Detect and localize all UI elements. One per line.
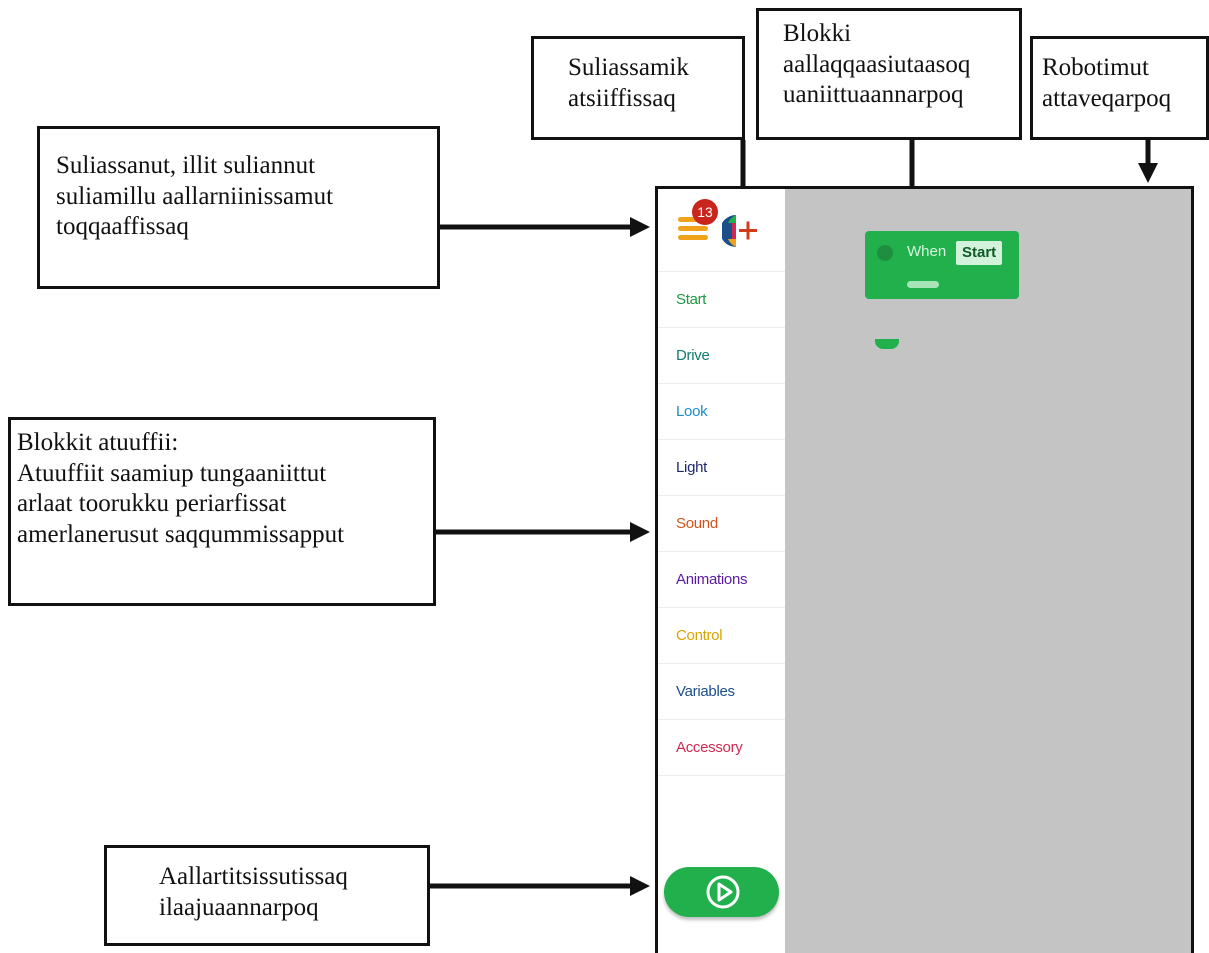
category-look-label: Look xyxy=(676,403,708,420)
play-icon xyxy=(706,875,740,909)
callout-run-line-1: Aallartitsissutissaq xyxy=(159,863,348,890)
callout-run: Aallartitsissutissaq ilaajuaannarpoq xyxy=(104,845,430,946)
callout-blocks-line-3: arlaat toorukku periarfissat xyxy=(17,490,287,517)
callout-start-block-line-1: Blokki xyxy=(783,20,852,47)
category-look[interactable]: Look xyxy=(658,384,785,440)
callout-robot-line-2: attaveqarpoq xyxy=(1042,84,1172,112)
category-animations[interactable]: Animations xyxy=(658,552,785,608)
callout-menu-line-3: toqqaaffissaq xyxy=(56,213,189,240)
callout-blocks: Blokkit atuuffii: Atuuffiit saamiup tung… xyxy=(8,417,436,606)
category-light[interactable]: Light xyxy=(658,440,785,496)
block-categories: Start Drive Look Light Sound Animations … xyxy=(658,272,785,776)
category-accessory-label: Accessory xyxy=(676,739,743,756)
run-button[interactable] xyxy=(664,867,779,917)
code-canvas[interactable]: When Start xyxy=(785,189,1191,953)
sidebar-header: 13 xyxy=(658,189,785,272)
callout-start-block-line-2: aallaqqaasiutaasoq xyxy=(783,50,971,78)
callout-new-project-line-2: atsiiffissaq xyxy=(568,84,676,112)
notification-badge: 13 xyxy=(692,199,718,225)
app-screen: 13 Start Drive Look Light Sound Animatio… xyxy=(655,186,1194,953)
start-event-chip[interactable]: Start xyxy=(956,241,1003,265)
callout-new-project-line-1: Suliassamik xyxy=(568,54,689,81)
category-sound-label: Sound xyxy=(676,515,718,532)
add-project-icon[interactable] xyxy=(722,211,762,251)
callout-blocks-line-1: Blokkit atuuffii: xyxy=(17,429,179,456)
callout-start-block: Blokki aallaqqaasiutaasoq uaniittuaannar… xyxy=(756,8,1022,140)
category-control[interactable]: Control xyxy=(658,608,785,664)
callout-run-line-2: ilaajuaannarpoq xyxy=(159,893,319,921)
category-accessory[interactable]: Accessory xyxy=(658,720,785,776)
callout-menu: Suliassanut, illit suliannut suliamillu … xyxy=(37,126,440,289)
block-dot xyxy=(877,245,893,261)
callout-start-block-line-3: uaniittuaannarpoq xyxy=(783,81,964,108)
category-start[interactable]: Start xyxy=(658,272,785,328)
category-light-label: Light xyxy=(676,459,708,476)
category-start-label: Start xyxy=(676,291,707,308)
category-variables[interactable]: Variables xyxy=(658,664,785,720)
callout-robot: Robotimut attaveqarpoq xyxy=(1030,36,1209,140)
block-notch xyxy=(875,339,899,349)
when-start-block[interactable]: When Start xyxy=(865,231,1019,349)
callout-menu-line-2: suliamillu aallarniinissamut xyxy=(56,182,334,210)
category-drive-label: Drive xyxy=(676,347,710,364)
category-control-label: Control xyxy=(676,627,723,644)
sidebar: 13 Start Drive Look Light Sound Animatio… xyxy=(658,189,786,953)
callout-menu-line-1: Suliassanut, illit suliannut xyxy=(56,152,316,179)
category-animations-label: Animations xyxy=(676,571,748,588)
category-sound[interactable]: Sound xyxy=(658,496,785,552)
category-variables-label: Variables xyxy=(676,683,735,700)
when-label: When xyxy=(907,243,947,260)
callout-blocks-line-4: amerlanerusut saqqummissapput xyxy=(17,520,345,548)
category-drive[interactable]: Drive xyxy=(658,328,785,384)
callout-blocks-line-2: Atuuffiit saamiup tungaaniittut xyxy=(17,459,327,487)
block-connector xyxy=(907,281,939,288)
callout-robot-line-1: Robotimut xyxy=(1042,54,1149,81)
callout-new-project: Suliassamik atsiiffissaq xyxy=(531,36,745,140)
